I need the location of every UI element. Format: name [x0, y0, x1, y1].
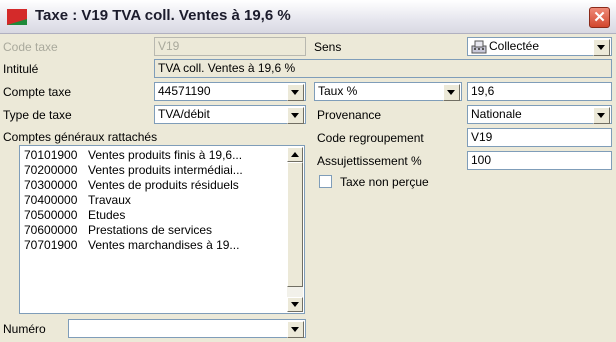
intitule-input[interactable]: TVA coll. Ventes à 19,6 % — [154, 59, 612, 78]
window-title: Taxe : V19 TVA coll. Ventes à 19,6 % — [35, 7, 291, 24]
taux-mode-select[interactable]: Taux % — [314, 82, 462, 101]
code-taxe-input: V19 — [154, 37, 306, 56]
list-scrollbar[interactable] — [287, 147, 303, 312]
compte-taxe-label: Compte taxe — [3, 85, 72, 99]
scroll-down-icon[interactable] — [287, 297, 303, 312]
chevron-down-icon[interactable] — [593, 107, 610, 124]
app-icon — [7, 9, 27, 25]
code-regroupement-label: Code regroupement — [317, 131, 424, 145]
taxe-non-percue-checkbox[interactable] — [319, 175, 332, 188]
list-item[interactable]: 70300000 Ventes de produits résiduels — [24, 179, 239, 192]
sens-value: Collectée — [489, 39, 540, 53]
taxe-non-percue-label: Taxe non perçue — [340, 175, 429, 189]
scroll-up-icon[interactable] — [287, 147, 303, 162]
list-item[interactable]: 70400000 Travaux — [24, 194, 131, 207]
sens-select[interactable]: Collectée — [467, 37, 612, 56]
code-taxe-label: Code taxe — [3, 40, 58, 54]
comptes-list[interactable]: 70101900 Ventes produits finis à 19,6... … — [19, 145, 305, 314]
chevron-down-icon[interactable] — [593, 39, 610, 56]
intitule-label: Intitulé — [3, 62, 39, 76]
close-button[interactable]: ✕ — [589, 7, 610, 28]
type-taxe-label: Type de taxe — [3, 108, 72, 122]
close-icon: ✕ — [593, 9, 606, 26]
chevron-down-icon[interactable] — [287, 321, 304, 338]
chevron-down-icon[interactable] — [287, 84, 304, 101]
type-taxe-select[interactable]: TVA/débit — [154, 105, 306, 124]
numero-label: Numéro — [3, 322, 46, 336]
provenance-select[interactable]: Nationale — [467, 105, 612, 124]
taux-mode-value: Taux % — [318, 84, 358, 98]
list-item[interactable]: 70701900 Ventes marchandises à 19... — [24, 239, 239, 252]
list-item[interactable]: 70500000 Etudes — [24, 209, 125, 222]
chevron-down-icon[interactable] — [287, 107, 304, 124]
code-regroupement-input[interactable]: V19 — [467, 128, 612, 147]
sens-label: Sens — [314, 40, 342, 54]
chevron-down-icon[interactable] — [443, 84, 460, 101]
type-taxe-value: TVA/débit — [158, 107, 210, 121]
compte-taxe-select[interactable]: 44571190 — [154, 82, 306, 101]
list-item[interactable]: 70101900 Ventes produits finis à 19,6... — [24, 149, 242, 162]
assujettissement-label: Assujettissement % — [317, 154, 422, 168]
list-item[interactable]: 70600000 Prestations de services — [24, 224, 212, 237]
list-item[interactable]: 70200000 Ventes produits intermédiai... — [24, 164, 243, 177]
title-bar[interactable]: Taxe : V19 TVA coll. Ventes à 19,6 % ✕ — [0, 0, 616, 34]
taux-input[interactable]: 19,6 — [467, 82, 612, 101]
provenance-value: Nationale — [471, 107, 522, 121]
compte-taxe-value: 44571190 — [158, 84, 211, 98]
numero-select[interactable] — [68, 319, 306, 338]
provenance-label: Provenance — [317, 108, 382, 122]
comptes-label: Comptes généraux rattachés — [3, 130, 158, 144]
scroll-thumb[interactable] — [287, 162, 303, 287]
register-icon — [471, 40, 487, 54]
assujettissement-input[interactable]: 100 — [467, 151, 612, 170]
